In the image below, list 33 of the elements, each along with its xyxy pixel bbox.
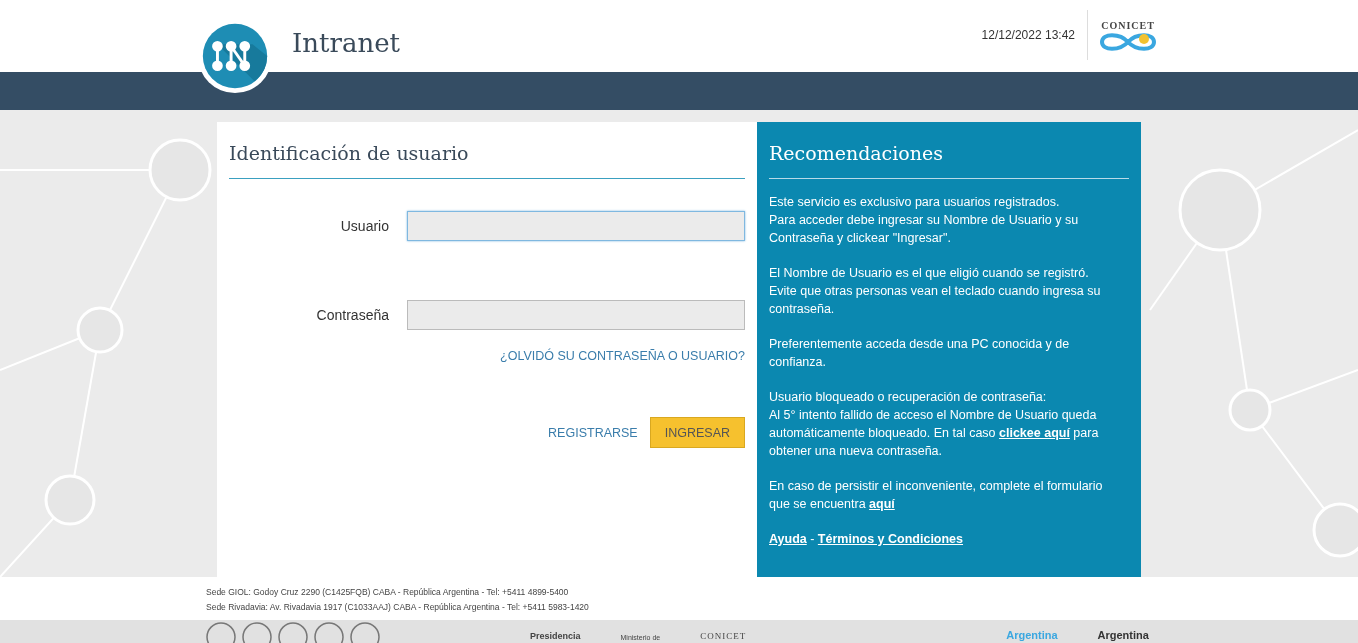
text-link[interactable]: Ayuda bbox=[769, 532, 807, 546]
field-label: Contraseña bbox=[316, 307, 389, 323]
social-media-icon[interactable] bbox=[242, 621, 272, 643]
org-logo: CONICET bbox=[1087, 10, 1158, 60]
login-button[interactable]: INGRESAR bbox=[649, 417, 745, 448]
social-media-icon[interactable] bbox=[278, 621, 308, 643]
recommendation-paragraph: Preferentemente acceda desde una PC conocida y de confianza. bbox=[769, 336, 1071, 371]
recommendations-heading: Recomendaciones bbox=[769, 142, 1129, 179]
recommendation-paragraph: Ayuda - Términos y Condiciones bbox=[769, 531, 965, 548]
app-title: Intranet bbox=[292, 28, 400, 58]
text-link[interactable]: clickee aquí bbox=[999, 426, 1070, 440]
address-text: Sede GIOL: Godoy Cruz 2290 (C1425FQB) CABA - República Argentina - Tel: +5411 4899-5400 bbox=[206, 586, 570, 599]
recommendation-paragraph: En caso de persistir el inconveniente, complete el formulario que se encuentra aquí bbox=[769, 478, 1104, 513]
login-heading: Identificación de usuario bbox=[229, 142, 745, 179]
partner-logo-text: Presidencia bbox=[530, 631, 581, 641]
input-field[interactable] bbox=[407, 300, 745, 330]
text-link[interactable]: aquí bbox=[869, 497, 895, 511]
social-media-icon[interactable] bbox=[206, 621, 236, 643]
address-text: Sede Rivadavia: Av. Rivadavia 1917 (C1033AAJ) CABA - República Argentina - Tel: +5411 5983-1420 bbox=[206, 601, 590, 614]
date-time: 12/12/2022 13:42 bbox=[981, 28, 1075, 42]
recommendation-paragraph: Usuario bloqueado o recuperación de contraseña: Al 5° intento fallido de acceso el Nombre de Usuario queda automáticamente bloqueado. En tal caso clickee aquí para obtener una nueva contraseña. bbox=[769, 389, 1100, 460]
field-label: Usuario bbox=[340, 218, 389, 234]
social-media-icon[interactable] bbox=[314, 621, 344, 643]
register-link[interactable]: REGISTRARSE bbox=[548, 425, 638, 440]
social-media-icon[interactable] bbox=[350, 621, 380, 643]
forgot-password-link[interactable]: ¿OLVIDÓ SU CONTRASEÑA O USUARIO? bbox=[500, 349, 745, 363]
recommendation-paragraph: Este servicio es exclusivo para usuarios registrados. Para acceder debe ingresar su Nombre de Usuario y su Contraseña y clickear "Ingresar". bbox=[769, 194, 1080, 247]
partner-logo-text: Argentina bbox=[1006, 629, 1058, 641]
partner-logo-text: Argentina bbox=[1097, 629, 1149, 641]
recommendation-paragraph: El Nombre de Usuario es el que eligió cuando se registró. Evite que otras personas vean el teclado cuando ingresa su contraseña. bbox=[769, 265, 1102, 318]
input-field[interactable] bbox=[407, 211, 745, 241]
partner-logo-text: CONICET bbox=[700, 631, 747, 641]
text-link[interactable]: Términos y Condiciones bbox=[817, 532, 964, 546]
